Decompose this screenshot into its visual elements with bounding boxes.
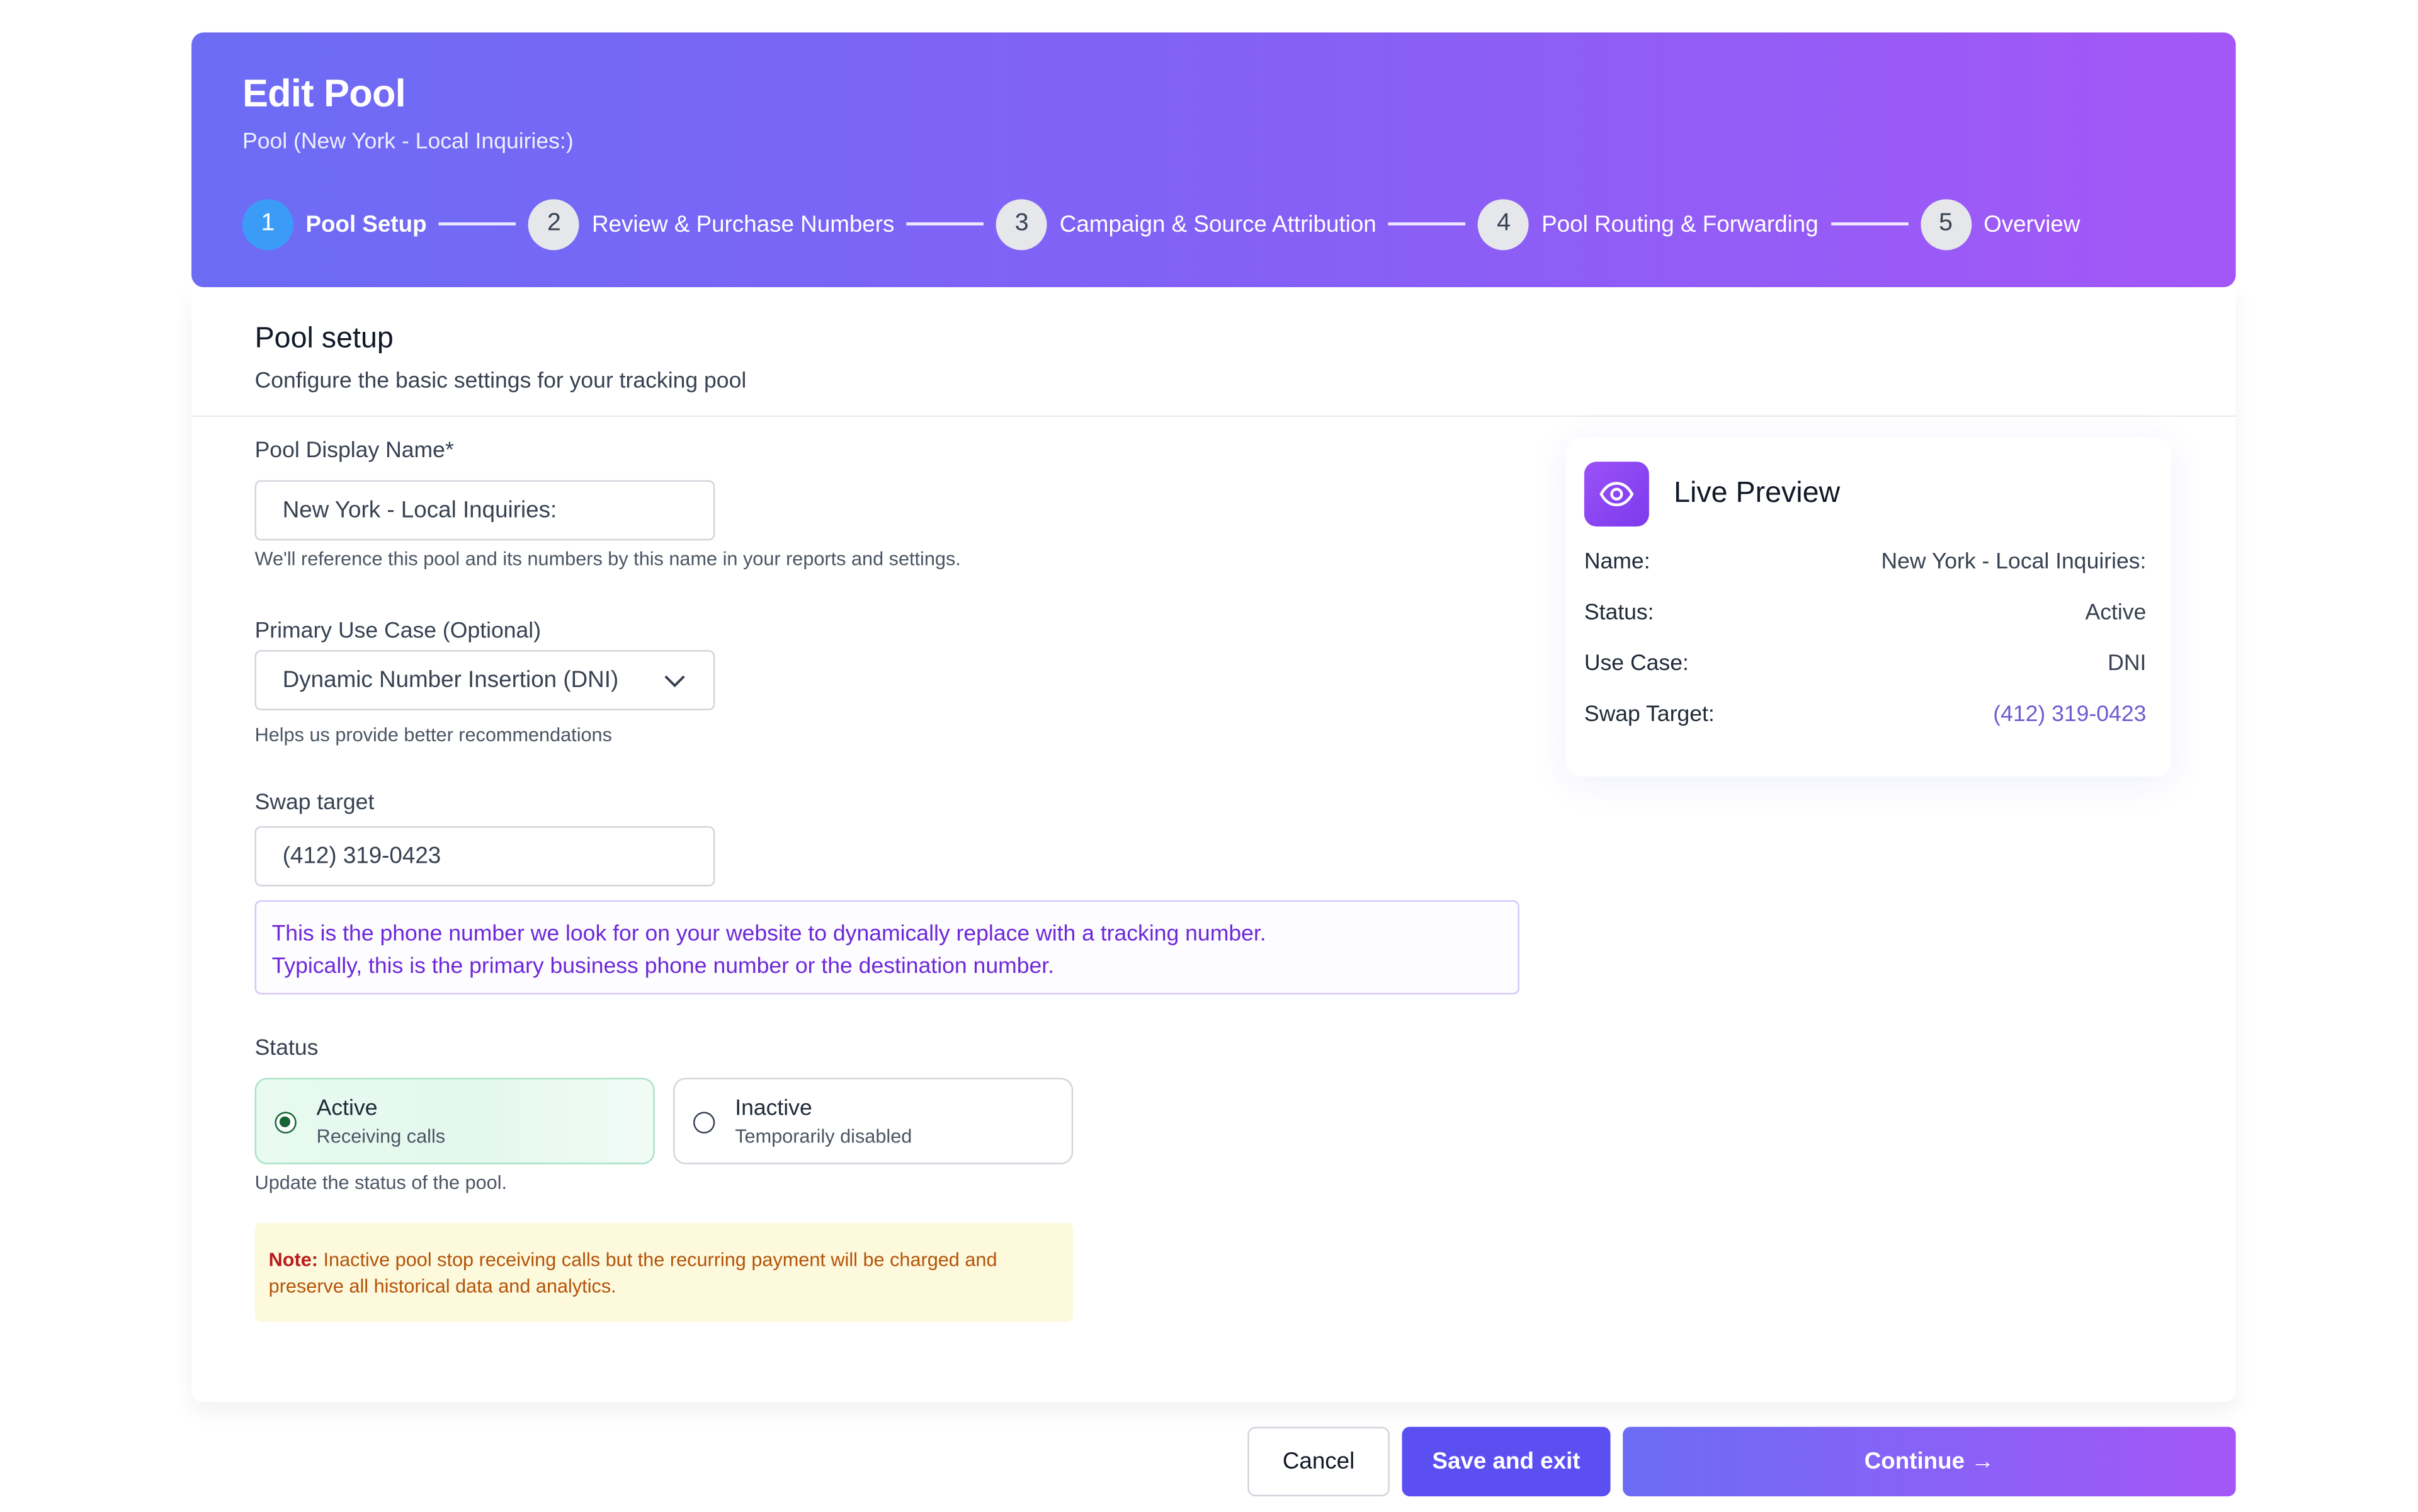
step-number: 2 [528,198,580,250]
display-name-input[interactable]: New York - Local Inquiries: [254,480,715,541]
use-case-select[interactable]: Dynamic Number Insertion (DNI) [254,650,715,710]
status-option-subtitle: Receiving calls [316,1125,446,1147]
preview-key: Use Case: [1584,651,1689,677]
preview-value: DNI [2108,651,2147,677]
status-option-subtitle: Temporarily disabled [735,1125,912,1147]
step-label: Pool Routing & Forwarding [1541,210,1819,237]
step-number: 5 [1920,198,1972,250]
status-option-title: Inactive [735,1096,812,1122]
step-number: 1 [242,198,293,250]
swap-target-label: Swap target [254,790,375,816]
section-description: Configure the basic settings for your tr… [254,369,747,394]
use-case-value: Dynamic Number Insertion (DNI) [282,667,619,693]
swap-target-info-line: This is the phone number we look for on … [271,921,1266,947]
step-connector [1388,222,1467,225]
status-option-inactive[interactable]: Inactive Temporarily disabled [673,1077,1074,1164]
live-preview-panel: Live Preview Name: New York - Local Inqu… [1565,436,2171,777]
radio-checked-icon[interactable] [275,1111,297,1134]
cancel-button[interactable]: Cancel [1247,1426,1390,1497]
step-label: Review & Purchase Numbers [591,210,895,237]
radio-unchecked-icon[interactable] [693,1111,715,1134]
status-option-active[interactable]: Active Receiving calls [254,1077,655,1164]
step-routing-forwarding[interactable]: 4 Pool Routing & Forwarding [1478,198,1819,250]
section-title: Pool setup [254,322,394,355]
pool-setup-card: Pool setup Configure the basic settings … [191,287,2236,1402]
step-connector [439,222,516,225]
divider [191,415,2236,418]
chevron-down-icon [664,675,685,688]
preview-value: New York - Local Inquiries: [1881,549,2147,575]
step-connector [907,222,984,225]
step-overview[interactable]: 5 Overview [1920,198,2080,250]
step-connector [1831,222,1908,225]
swap-target-input[interactable]: (412) 319-0423 [254,826,715,887]
page-subtitle: Pool (New York - Local Inquiries:) [242,129,574,155]
status-note: Note: Inactive pool stop receiving calls… [254,1223,1074,1322]
preview-key: Name: [1584,549,1650,575]
step-pool-setup[interactable]: 1 Pool Setup [242,198,427,250]
page-title: Edit Pool [242,72,406,116]
note-label: Note: [268,1249,319,1271]
section-header: Pool setup Configure the basic settings … [255,322,747,394]
use-case-helper: Helps us provide better recommendations [254,724,612,746]
note-text: Inactive pool stop receiving calls but t… [268,1249,997,1297]
status-helper: Update the status of the pool. [254,1172,508,1194]
step-label: Campaign & Source Attribution [1059,210,1376,237]
status-label: Status [254,1036,319,1061]
preview-key: Swap Target: [1584,702,1715,727]
page-header: Edit Pool Pool (New York - Local Inquiri… [191,32,2236,288]
eye-icon [1599,482,1634,507]
preview-swap-target-link[interactable]: (412) 319-0423 [1993,703,2146,727]
step-campaign-attribution[interactable]: 3 Campaign & Source Attribution [996,198,1376,250]
status-option-title: Active [316,1096,378,1122]
step-number: 4 [1478,198,1530,250]
display-name-helper: We'll reference this pool and its number… [254,548,961,570]
continue-button[interactable]: Continue → [1623,1426,2236,1497]
step-label: Overview [1984,210,2080,237]
preview-icon-badge [1584,462,1649,527]
swap-target-info: This is the phone number we look for on … [254,900,1519,995]
stepper: 1 Pool Setup 2 Review & Purchase Numbers… [242,198,2080,250]
preview-value: Active [2085,600,2147,626]
swap-target-info-line: Typically, this is the primary business … [271,954,1055,979]
save-and-exit-button[interactable]: Save and exit [1402,1426,1611,1497]
use-case-label: Primary Use Case (Optional) [254,619,542,644]
step-review-purchase[interactable]: 2 Review & Purchase Numbers [528,198,895,250]
preview-key: Status: [1584,600,1654,626]
preview-title: Live Preview [1674,477,1841,510]
display-name-label: Pool Display Name* [254,438,454,463]
step-number: 3 [996,198,1048,250]
step-label: Pool Setup [305,210,427,237]
